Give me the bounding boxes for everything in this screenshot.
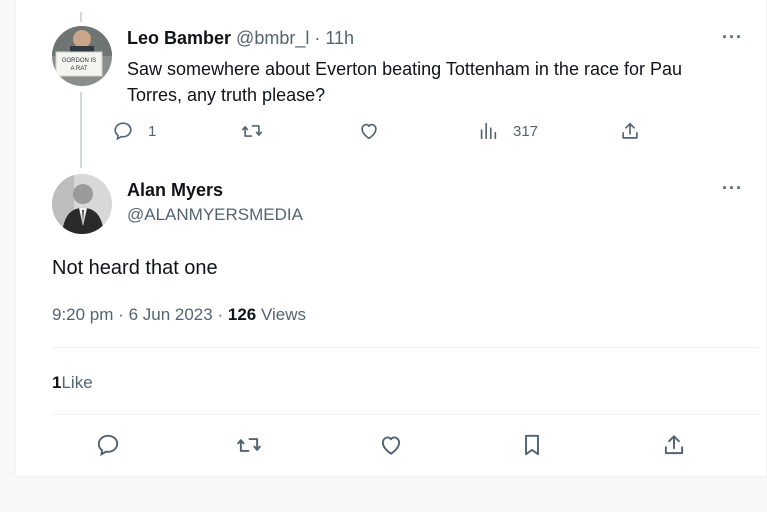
reply-count: 1	[148, 122, 157, 140]
tweet-time[interactable]: 9:20 pm	[52, 305, 113, 324]
reply-text: Saw somewhere about Everton beating Tott…	[127, 59, 683, 105]
thread-line-bottom	[80, 92, 82, 168]
share-icon	[622, 122, 638, 139]
views-icon	[480, 122, 497, 140]
reply-time[interactable]: 11h	[325, 28, 354, 48]
reply-more-button[interactable]: ···	[722, 28, 743, 46]
divider-top	[52, 347, 759, 348]
share-icon	[664, 435, 684, 455]
reply-icon	[114, 122, 132, 141]
tweet-like-button[interactable]	[378, 432, 404, 458]
tweet-meta: 9:20 pm · 6 Jun 2023 · 126 Views	[52, 305, 306, 325]
conversation-panel: GORDON IS A RAT Leo Bamber @bmbr_l · 11h…	[15, 0, 767, 477]
reply-like-button[interactable]	[358, 120, 380, 142]
like-icon	[381, 436, 401, 455]
tweet-views-separator: ·	[217, 305, 224, 324]
tweet-views-label[interactable]: Views	[261, 305, 306, 324]
thread-line-top	[80, 12, 82, 22]
reply-author-name[interactable]: Leo Bamber	[127, 28, 231, 48]
avatar-alan-myers[interactable]	[52, 174, 112, 234]
divider-bottom	[52, 414, 759, 415]
tweet-date[interactable]: 6 Jun 2023	[129, 305, 213, 324]
retweet-icon	[242, 125, 262, 137]
reply-views-button[interactable]: 317	[477, 120, 538, 142]
more-dots-icon: ···	[722, 27, 743, 47]
avatar-image	[52, 174, 112, 234]
tweet-reply-button[interactable]	[95, 432, 121, 458]
reply-separator: ·	[314, 28, 321, 48]
svg-text:A RAT: A RAT	[71, 66, 88, 72]
bookmark-icon	[525, 434, 539, 456]
reply-header: Leo Bamber @bmbr_l · 11h	[127, 28, 354, 49]
reply-retweet-button[interactable]	[240, 120, 264, 142]
more-dots-icon: ···	[722, 178, 743, 198]
reply-icon	[97, 434, 119, 457]
svg-text:GORDON IS: GORDON IS	[62, 58, 96, 64]
like-icon	[361, 123, 377, 140]
reply-reply-button[interactable]: 1	[112, 120, 156, 142]
tweet-views-count[interactable]: 126	[228, 305, 256, 324]
tweet-more-button[interactable]: ···	[722, 179, 743, 197]
tweet-author-name-text: Alan Myers	[127, 180, 224, 200]
tweet-retweet-button[interactable]	[235, 432, 263, 458]
avatar-leo-bamber[interactable]: GORDON IS A RAT	[52, 26, 112, 86]
tweet-author-handle[interactable]: @ALANMYERSMEDIA	[127, 205, 303, 225]
avatar-image: GORDON IS A RAT	[52, 26, 112, 86]
reply-views-count: 317	[513, 122, 539, 140]
tweet-author-name[interactable]: Alan Myers	[127, 180, 223, 201]
reply-share-button[interactable]	[619, 120, 641, 142]
tweet-likes-label: Like	[61, 373, 93, 392]
tweet-text: Not heard that one	[52, 257, 218, 279]
tweet-likes[interactable]: 1Like	[52, 373, 93, 393]
tweet-share-button[interactable]	[661, 432, 687, 458]
retweet-icon	[237, 438, 261, 452]
tweet-bookmark-button[interactable]	[519, 432, 545, 458]
reply-author-handle[interactable]: @bmbr_l	[236, 28, 309, 48]
tweet-date-separator: ·	[118, 305, 124, 324]
